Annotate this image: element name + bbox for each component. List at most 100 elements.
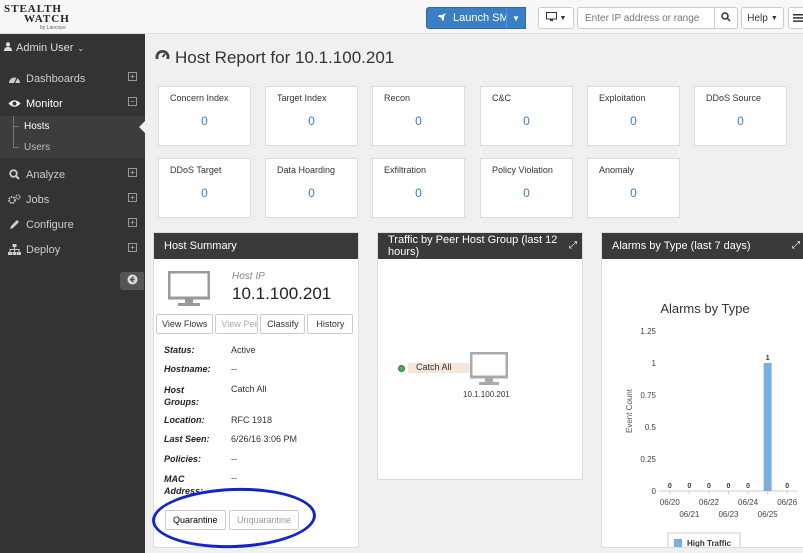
sidebar-item-dashboards[interactable]: Dashboards + [0,66,145,91]
field-key: Last Seen: [164,434,210,444]
stat-value[interactable]: 0 [481,186,572,200]
rocket-icon [437,12,447,25]
x-tick-label: 06/20 [660,498,681,507]
view-peers-button[interactable]: View Peers [215,314,259,334]
sidebar-item-deploy[interactable]: Deploy + [0,237,145,262]
ip-search-input[interactable] [577,7,714,29]
y-tick-label: 1 [652,359,657,368]
stat-value[interactable]: 0 [159,186,250,200]
host-monitor-icon[interactable] [469,351,509,389]
display-menu-button[interactable]: ▼ [538,7,574,29]
unquarantine-button[interactable]: Unquarantine [229,510,300,530]
x-tick-label: 06/23 [718,510,739,519]
expand-icon[interactable]: + [128,72,137,81]
view-flows-button[interactable]: View Flows [156,314,214,334]
history-button[interactable]: History [307,314,354,334]
stat-ddos-source: DDoS Source 0 [694,86,787,146]
stealthwatch-logo[interactable]: STEALTH WATCH by Lancope [4,3,74,31]
sidebar-item-label: Jobs [26,193,50,206]
host-ip-label: Host IP [232,271,265,282]
expand-icon[interactable]: + [128,168,137,177]
search-icon [721,11,731,25]
expand-icon[interactable]: + [128,243,137,252]
sitemap-icon [6,244,22,255]
sidebar-subitem-label: Users [24,142,51,153]
host-monitor-icon [167,270,211,310]
top-bar: STEALTH WATCH by Lancope Launch SMC ▼ ▼ … [0,0,803,34]
ip-search-button[interactable] [714,7,738,29]
classify-button[interactable]: Classify [260,314,306,334]
stat-value[interactable]: 0 [266,186,357,200]
host-ip-value: 10.1.100.201 [232,284,332,303]
stat-value[interactable]: 0 [373,114,464,128]
stat-value[interactable]: 0 [159,114,250,128]
expand-icon[interactable]: + [128,193,137,202]
stat-label: Exploitation [599,93,646,103]
traffic-graph: Catch All 10.1.100.201 [378,259,582,479]
stat-exploitation: Exploitation 0 [587,86,680,146]
stat-label: Policy Violation [492,165,553,175]
expand-icon[interactable]: + [128,218,137,227]
help-menu-button[interactable]: Help ▼ [741,7,784,29]
status-dot-icon [398,365,405,372]
field-value: 6/26/16 3:06 PM [231,434,298,444]
user-label: Admin User [16,42,74,54]
data-label: 0 [727,483,731,490]
sidebar-item-label: Analyze [26,168,66,181]
stat-value[interactable]: 0 [481,114,572,128]
expand-icon[interactable]: ⤢ [569,240,577,251]
stat-value[interactable]: 0 [266,114,357,128]
logo-sub: by Lancope [40,25,66,31]
y-tick-label: 0 [652,487,657,496]
dashboard-icon [154,48,171,68]
sidebar-collapse-button[interactable] [120,272,144,290]
stat-value[interactable]: 0 [588,186,679,200]
panel-title: Host Summary [164,240,237,252]
stat-value[interactable]: 0 [588,114,679,128]
page-title: Host Report for 10.1.100.201 [154,48,394,68]
user-menu[interactable]: Admin User ⌄ [0,34,145,62]
sidebar-item-label: Monitor [26,97,63,110]
field-value[interactable]: Catch All [231,384,341,394]
eye-icon [6,99,22,108]
stat-exfiltration: Exfiltration 0 [372,158,465,218]
sidebar-item-configure[interactable]: Configure + [0,212,145,237]
y-tick-label: 0.75 [640,391,656,400]
caret-down-icon: ▼ [512,13,520,23]
quarantine-button[interactable]: Quarantine [165,510,226,530]
stat-value[interactable]: 0 [695,114,786,128]
stat-label: Exfiltration [384,165,427,175]
traffic-peer-panel: Traffic by Peer Host Group (last 12 hour… [377,232,583,480]
sidebar-item-label: Dashboards [26,72,86,85]
chart-bar [763,363,772,491]
sidebar-subitem-label: Hosts [24,121,50,132]
field-value: -- [231,473,237,483]
stat-label: Anomaly [599,165,635,175]
field-key: Status: [164,345,195,355]
field-key: Policies: [164,454,202,464]
dashboard-icon [6,74,22,84]
launch-smc-dropdown[interactable]: ▼ [506,7,526,29]
field-value: RFC 1918 [231,415,273,425]
stat-concern-index: Concern Index 0 [158,86,251,146]
stat-label: DDoS Source [706,93,762,103]
sidebar-item-analyze[interactable]: Analyze + [0,162,145,187]
stat-policy-violation: Policy Violation 0 [480,158,573,218]
main-menu-button[interactable] [788,7,803,29]
sidebar-item-monitor[interactable]: Monitor − [0,91,145,116]
sidebar-subitem-hosts[interactable]: Hosts [0,116,145,137]
expand-icon[interactable]: ⤢ [792,240,800,251]
collapse-icon[interactable]: − [128,97,137,106]
sidebar-subitem-users[interactable]: Users [0,137,145,158]
chevron-down-icon: ⌄ [77,43,85,53]
y-tick-label: 0.25 [640,455,656,464]
field-value: -- [231,454,237,464]
x-tick-label: 06/24 [738,498,759,507]
peer-group-label[interactable]: Catch All [416,362,452,372]
sidebar-item-jobs[interactable]: Jobs + [0,187,145,212]
stat-value[interactable]: 0 [373,186,464,200]
user-icon [4,42,12,54]
hamburger-icon [793,11,803,25]
panel-title: Traffic by Peer Host Group (last 12 hour… [388,234,558,258]
panel-header: Alarms by Type (last 7 days) ⤢ [602,233,803,259]
